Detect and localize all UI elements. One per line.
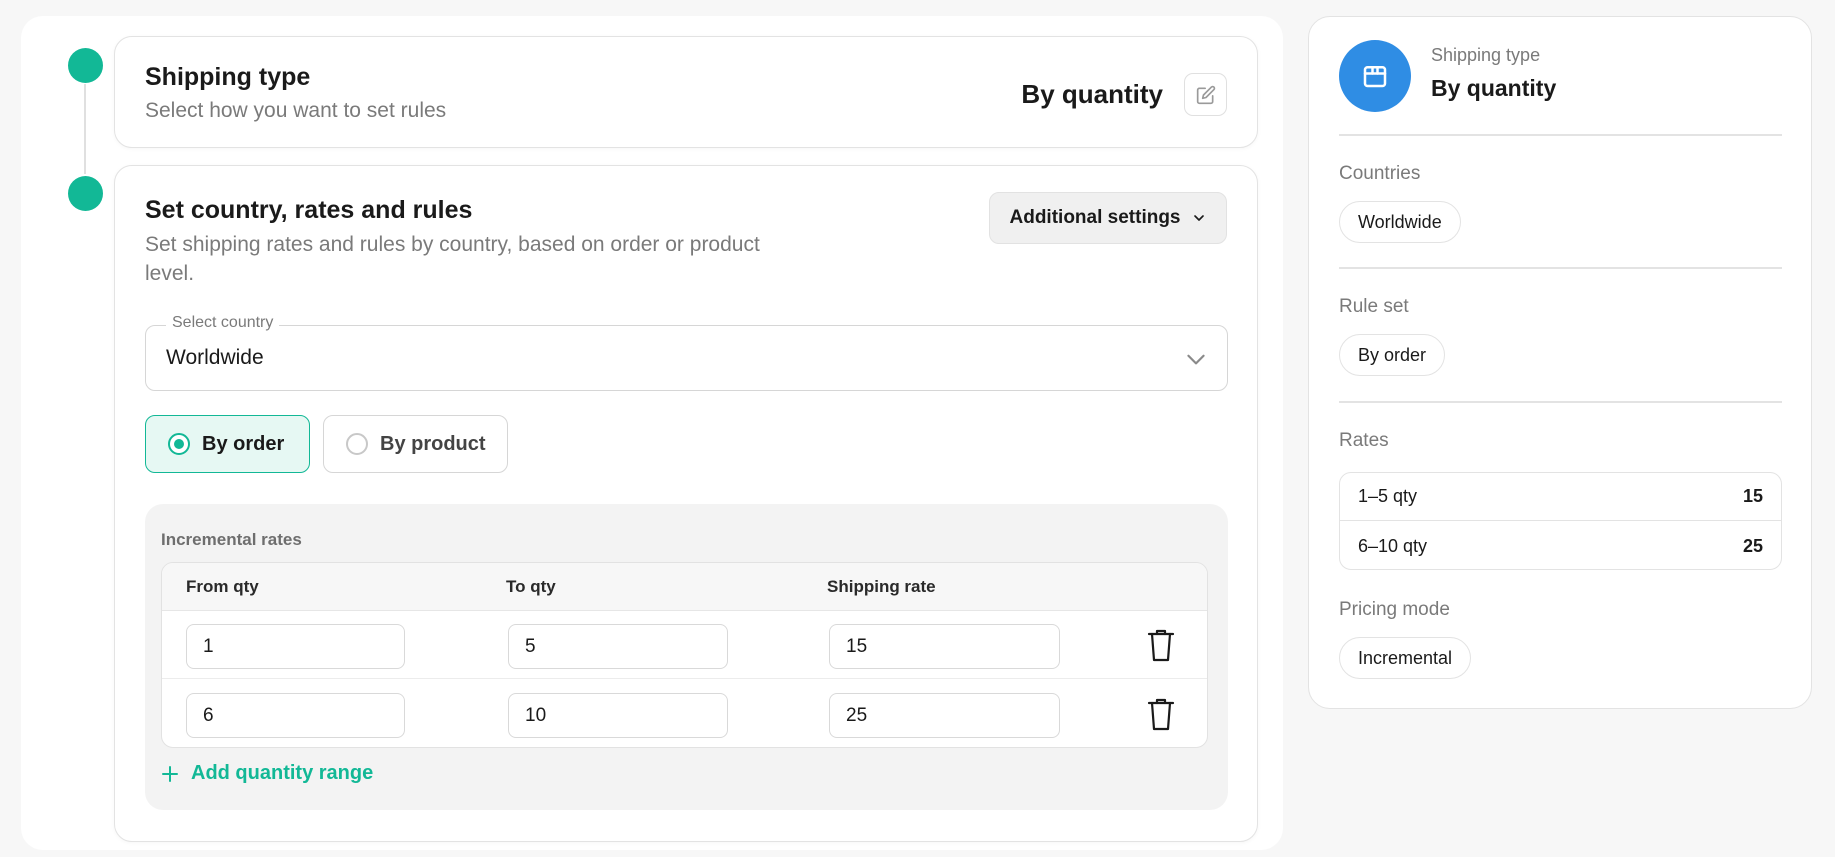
by-order-radio[interactable]: By order xyxy=(145,415,310,473)
column-shipping-rate: Shipping rate xyxy=(827,577,936,596)
column-to-qty: To qty xyxy=(506,577,556,596)
radio-unselected-icon xyxy=(346,433,368,455)
shipping-type-card: Shipping type Select how you want to set… xyxy=(114,36,1258,148)
by-product-radio[interactable]: By product xyxy=(323,415,508,473)
country-rates-subtitle-line2: level. xyxy=(145,262,195,285)
by-product-label: By product xyxy=(380,432,486,455)
trash-icon[interactable] xyxy=(1146,627,1176,663)
summary-pricing-mode-label: Pricing mode xyxy=(1339,599,1450,620)
to-qty-input[interactable]: 10 xyxy=(508,693,728,738)
from-qty-input[interactable]: 6 xyxy=(186,693,405,738)
divider xyxy=(1339,267,1782,269)
summary-pricing-mode-chip: Incremental xyxy=(1339,637,1472,679)
summary-countries-chip: Worldwide xyxy=(1339,201,1461,243)
rates-table-header: From qty To qty Shipping rate xyxy=(162,563,1207,611)
summary-rates-list: 1–5 qty 15 6–10 qty 25 xyxy=(1339,472,1782,570)
from-qty-input[interactable]: 1 xyxy=(186,624,405,669)
rates-table: From qty To qty Shipping rate 1 5 15 6 1… xyxy=(161,562,1208,748)
incremental-rates-title: Incremental rates xyxy=(161,530,302,549)
list-item: 6–10 qty 25 xyxy=(1340,522,1781,569)
step-2-indicator xyxy=(68,176,103,211)
summary-rule-set-label: Rule set xyxy=(1339,296,1409,317)
country-select-value: Worldwide xyxy=(166,346,264,369)
column-from-qty: From qty xyxy=(186,577,259,596)
step-1-indicator xyxy=(68,48,103,83)
summary-icon-badge xyxy=(1339,40,1411,112)
rate-value: 15 xyxy=(1742,486,1763,506)
rate-range: 6–10 qty xyxy=(1358,535,1428,556)
step-connector xyxy=(84,84,86,174)
shipping-rate-input[interactable]: 25 xyxy=(829,693,1060,738)
summary-countries-label: Countries xyxy=(1339,163,1421,184)
divider xyxy=(1339,134,1782,136)
shipping-type-title: Shipping type xyxy=(145,63,311,91)
summary-type-label: Shipping type xyxy=(1431,45,1541,65)
table-row: 6 10 25 xyxy=(162,680,1207,747)
summary-panel: Shipping type By quantity Countries Worl… xyxy=(1308,16,1812,709)
additional-settings-label: Additional settings xyxy=(1009,207,1181,228)
to-qty-input[interactable]: 5 xyxy=(508,624,728,669)
shipping-type-subtitle: Select how you want to set rules xyxy=(145,99,447,122)
plus-icon xyxy=(162,765,178,782)
radio-selected-icon xyxy=(168,433,190,455)
summary-rule-set-chip: By order xyxy=(1339,334,1446,376)
table-row: 1 5 15 xyxy=(162,611,1207,679)
country-rates-card: Set country, rates and rules Set shippin… xyxy=(114,165,1258,842)
box-icon xyxy=(1363,66,1387,88)
chevron-down-icon xyxy=(1193,215,1204,221)
edit-shipping-type-button[interactable] xyxy=(1184,73,1227,116)
shipping-type-value: By quantity xyxy=(1021,79,1163,109)
edit-icon xyxy=(1196,85,1215,104)
additional-settings-button[interactable]: Additional settings xyxy=(989,192,1227,244)
summary-rates-label: Rates xyxy=(1339,430,1389,451)
shipping-rate-input[interactable]: 15 xyxy=(829,624,1060,669)
country-rates-subtitle-line1: Set shipping rates and rules by country,… xyxy=(145,233,760,256)
trash-icon[interactable] xyxy=(1146,696,1176,732)
country-select[interactable]: Select country Worldwide xyxy=(145,314,1228,391)
divider xyxy=(1339,401,1782,403)
country-select-label: Select country xyxy=(166,314,280,332)
add-quantity-range-label: Add quantity range xyxy=(191,762,374,784)
summary-type-value: By quantity xyxy=(1431,75,1557,101)
add-quantity-range-button[interactable]: Add quantity range xyxy=(161,762,373,785)
rate-value: 25 xyxy=(1742,535,1763,556)
incremental-rates-panel: Incremental rates From qty To qty Shippi… xyxy=(145,504,1228,810)
country-rates-title: Set country, rates and rules xyxy=(145,196,473,224)
list-item: 1–5 qty 15 xyxy=(1340,473,1781,521)
rate-range: 1–5 qty xyxy=(1358,486,1418,506)
chevron-down-icon xyxy=(1187,354,1205,365)
by-order-label: By order xyxy=(202,432,285,455)
